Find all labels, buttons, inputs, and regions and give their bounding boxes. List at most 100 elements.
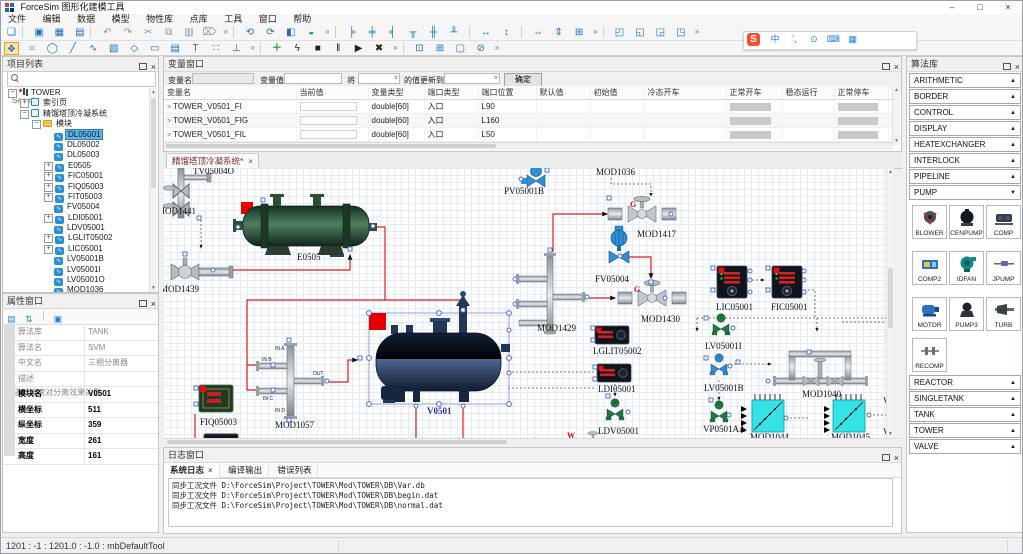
flowsheet-canvas[interactable]: TV05004O MOD1441 E0505 MOD1439 PV05001B … — [163, 168, 894, 438]
zoom-fit-icon[interactable]: ⊡ — [412, 42, 427, 55]
minimize-button[interactable]: – — [938, 1, 966, 14]
canvas-label-fiq05003[interactable]: FIQ05003 — [200, 417, 237, 427]
canvas-label-mod1036[interactable]: MOD1036 — [596, 168, 635, 177]
tree-item-module[interactable]: ∿LDV05001 — [5, 223, 151, 233]
circle-tool-icon[interactable]: ○ — [24, 42, 39, 55]
table-row[interactable]: >TOWER_V0501_FIL double[60]入口L50 — [164, 128, 893, 142]
ime-chinese-icon[interactable]: 中 — [767, 32, 782, 47]
canvas-label-ldv05001[interactable]: LDV05001 — [598, 426, 639, 436]
coordinate-tool-icon[interactable]: ⊥ — [229, 42, 244, 55]
rectangle-tool-icon[interactable]: ▭ — [147, 42, 162, 55]
canvas-tab[interactable]: 精馏塔顶冷凝系统*× — [166, 153, 259, 169]
float-panel-icon[interactable] — [882, 63, 890, 70]
section-valve[interactable]: VALVE▲ — [909, 439, 1021, 454]
ime-toolbox-icon[interactable]: ▦ — [845, 32, 860, 47]
menu-point-lib[interactable]: 点库 — [183, 14, 215, 25]
canvas-label-lic05001[interactable]: LIC05001 — [716, 302, 753, 312]
close-button[interactable]: × — [994, 1, 1022, 14]
library-item-pump3[interactable]: PUMP3 — [949, 297, 984, 331]
tree-item-module[interactable]: ∿LV05001I — [5, 265, 151, 275]
library-item-blower[interactable]: BLOWER — [912, 205, 947, 239]
canvas-label-lv05001b[interactable]: LV05001B — [704, 383, 744, 393]
property-row[interactable]: 模块名V0501 — [3, 387, 158, 403]
section-control[interactable]: CONTROL▲ — [909, 105, 1021, 120]
section-reactor[interactable]: REACTOR▲ — [909, 375, 1021, 390]
canvas-vscrollbar[interactable]: ▲ ▼ — [886, 168, 894, 438]
canvas-label-tv05004o[interactable]: TV05004O — [193, 168, 234, 176]
close-tab-icon[interactable]: × — [248, 157, 253, 166]
terminate-icon[interactable]: ✖ — [372, 42, 387, 55]
canvas-label-mod1417[interactable]: MOD1417 — [637, 229, 676, 239]
align-right-icon[interactable]: ╡ — [385, 26, 400, 39]
tree-item-module[interactable]: +∿LGLIT05002 — [5, 233, 151, 243]
library-item-comp2[interactable]: COMP2 — [912, 251, 947, 285]
manifold-mod1429[interactable] — [516, 253, 585, 334]
canvas-label-fv05004[interactable]: FV05004 — [595, 274, 629, 284]
menu-window[interactable]: 窗口 — [252, 14, 284, 25]
menu-property-lib[interactable]: 物性库 — [139, 14, 180, 25]
menu-help[interactable]: 帮助 — [286, 14, 318, 25]
value-input-cell[interactable] — [300, 130, 358, 139]
image-tool-icon[interactable]: ▧ — [106, 42, 121, 55]
state-button-cell[interactable] — [730, 131, 772, 139]
tree-item-modules-folder[interactable]: −模块 — [5, 119, 151, 129]
pipe-assembly-mod1040[interactable] — [773, 351, 868, 386]
add-icon[interactable]: ＋ — [269, 42, 284, 55]
overflow-chevron[interactable]: » — [695, 25, 699, 38]
tree-item-condenser-system[interactable]: −精馏塔顶冷凝系统 — [5, 109, 151, 119]
overflow-chevron[interactable]: » — [393, 41, 397, 54]
library-item-motor[interactable]: MOTOR — [912, 297, 947, 331]
overflow-chevron[interactable]: » — [250, 41, 254, 54]
close-tab-icon[interactable]: × — [208, 466, 213, 475]
menu-tools[interactable]: 工具 — [217, 14, 249, 25]
heat-exchanger-e0505[interactable] — [233, 194, 377, 257]
tree-item-root[interactable]: −TOWER — [5, 88, 151, 98]
packing-block-mod1044[interactable] — [741, 394, 784, 433]
value-input-cell[interactable] — [300, 116, 358, 125]
log-content[interactable]: 同步工况文件 D:\ForceSim\Project\TOWER\Mod\TOW… — [168, 478, 893, 527]
section-arithmetic[interactable]: ARITHMETIC▲ — [909, 73, 1021, 88]
send-to-back-icon[interactable]: ◱ — [632, 26, 647, 39]
instrument-lglit05002[interactable] — [595, 326, 629, 344]
sort-alpha-icon[interactable]: ⇅ — [22, 313, 35, 325]
property-row[interactable]: 纵坐标359 — [3, 418, 158, 434]
save-all-icon[interactable]: ▦ — [52, 26, 67, 39]
float-panel-icon[interactable] — [882, 454, 890, 461]
library-item-cenpump[interactable]: CENPUMP — [949, 205, 984, 239]
canvas-label-ldi05001[interactable]: LDI05001 — [598, 384, 636, 394]
bring-to-front-icon[interactable]: ◰ — [612, 26, 627, 39]
tree-scrollbar[interactable]: ▲ ▼ — [149, 88, 157, 292]
instrument-ldi05001[interactable] — [597, 364, 631, 382]
same-width-icon[interactable]: ⇔ — [531, 26, 546, 39]
instrument-fiq05003[interactable] — [199, 385, 233, 412]
state-button-cell[interactable] — [730, 117, 772, 125]
menu-file[interactable]: 文件 — [1, 14, 33, 25]
condition-select[interactable]: ˅ — [358, 73, 400, 84]
float-panel-icon[interactable] — [139, 63, 147, 70]
section-interlock[interactable]: INTERLOCK▲ — [909, 153, 1021, 168]
control-valve-pv05001b[interactable] — [521, 168, 545, 187]
tree-item-module[interactable]: ∿DL05001 — [5, 130, 151, 140]
canvas-label-v0501[interactable]: V0501 — [427, 406, 452, 416]
maximize-button[interactable]: □ — [966, 1, 994, 14]
close-panel-icon[interactable]: × — [1015, 62, 1020, 72]
tab-error-list[interactable]: 错误列表 — [271, 463, 318, 477]
property-box-icon[interactable]: ▣ — [51, 313, 64, 325]
canvas-label-mod1441[interactable]: MOD1441 — [163, 206, 196, 216]
valve-lv05001b[interactable] — [710, 354, 728, 375]
same-size-icon[interactable]: ⊞ — [572, 26, 587, 39]
point-tool-icon[interactable]: ∷ — [209, 42, 224, 55]
print-icon[interactable]: ▤ — [72, 26, 87, 39]
float-panel-icon[interactable] — [1003, 63, 1011, 70]
canvas-label-vp0501aa[interactable]: VP0501AA — [703, 424, 746, 434]
state-button-cell[interactable] — [838, 103, 878, 111]
distribute-horizontal-icon[interactable]: ↔ — [478, 26, 493, 39]
table-row[interactable]: >TOWER_V0501_FI double[60]入口L90 — [164, 100, 893, 114]
menu-edit[interactable]: 编辑 — [36, 14, 68, 25]
ellipse-tool-icon[interactable]: ◯ — [45, 42, 60, 55]
save-icon[interactable]: ▣ — [31, 26, 46, 39]
rotate-ccw-icon[interactable]: ⟲ — [242, 26, 257, 39]
table-row[interactable]: >TOWER_V0501_FIG double[60]入口L160 — [164, 114, 893, 128]
copy-icon[interactable]: ⧉ — [161, 26, 176, 39]
overflow-chevron[interactable]: » — [593, 25, 597, 38]
